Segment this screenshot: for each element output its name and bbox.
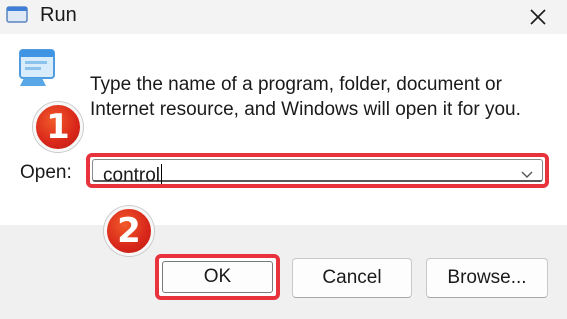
chevron-down-icon (521, 171, 533, 178)
close-button[interactable] (523, 2, 553, 32)
step-2-badge: 2 (104, 206, 154, 256)
text-caret (161, 164, 163, 184)
ok-button[interactable]: OK (162, 261, 273, 293)
description-line-1: Type the name of a program, folder, docu… (90, 74, 502, 95)
cancel-button[interactable]: Cancel (292, 258, 412, 298)
close-icon (530, 9, 546, 25)
title-bar: Run (0, 0, 567, 34)
description-line-2: Internet resource, and Windows will open… (90, 99, 521, 120)
run-dialog: Run Type the name of a program, folder, … (0, 0, 567, 319)
window-title: Run (40, 4, 77, 26)
open-input-value[interactable]: control (103, 164, 163, 187)
run-program-icon (16, 44, 64, 92)
run-dialog-icon (6, 6, 28, 24)
open-combobox-highlight[interactable]: control (86, 153, 549, 188)
open-input[interactable]: control (92, 159, 543, 186)
description: Type the name of a program, folder, docu… (90, 72, 550, 122)
content-area (0, 34, 567, 225)
ok-button-highlight[interactable]: OK (155, 254, 280, 300)
step-1-badge: 1 (33, 102, 83, 152)
open-label: Open: (20, 162, 72, 183)
browse-button[interactable]: Browse... (426, 258, 548, 298)
dropdown-button[interactable] (520, 167, 534, 181)
